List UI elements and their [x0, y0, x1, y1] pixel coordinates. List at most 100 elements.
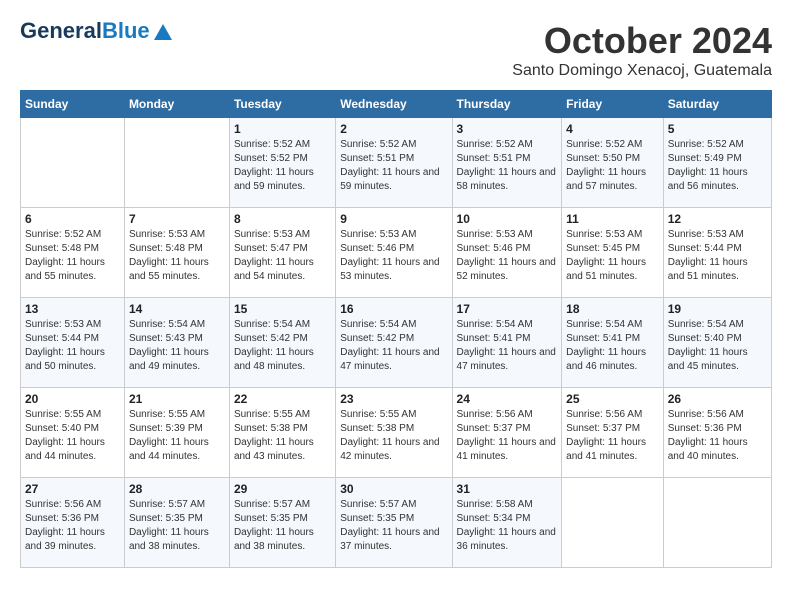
day-number: 11: [566, 212, 659, 226]
calendar-cell: 6Sunrise: 5:52 AMSunset: 5:48 PMDaylight…: [21, 208, 125, 298]
calendar-cell: [663, 478, 771, 568]
day-number: 25: [566, 392, 659, 406]
day-number: 4: [566, 122, 659, 136]
day-info: Sunrise: 5:53 AMSunset: 5:46 PMDaylight:…: [340, 228, 447, 284]
day-info: Sunrise: 5:55 AMSunset: 5:38 PMDaylight:…: [340, 408, 447, 464]
day-number: 22: [234, 392, 331, 406]
dow-saturday: Saturday: [663, 91, 771, 118]
day-number: 31: [457, 482, 558, 496]
calendar-cell: 14 Sunrise: 5:54 AMSunset: 5:43 PMDayligh…: [124, 298, 229, 388]
calendar-cell: 27 Sunrise: 5:56 AMSunset: 5:36 PMDayligh…: [21, 478, 125, 568]
day-info: Sunrise: 5:52 AMSunset: 5:51 PMDaylight:…: [457, 138, 558, 194]
calendar-cell: 10Sunrise: 5:53 AMSunset: 5:46 PMDayligh…: [452, 208, 562, 298]
day-number: 13: [25, 302, 120, 316]
day-info: Sunrise: 5:54 AMSunset: 5:40 PMDaylight:…: [668, 318, 767, 374]
day-number: 8: [234, 212, 331, 226]
day-info: Sunrise: 5:56 AMSunset: 5:37 PMDaylight:…: [457, 408, 558, 464]
calendar-cell: 1 Sunrise: 5:52 AMSunset: 5:52 PMDaylight…: [229, 118, 335, 208]
day-info: Sunrise: 5:56 AMSunset: 5:36 PMDaylight:…: [25, 498, 120, 554]
calendar-cell: 24Sunrise: 5:56 AMSunset: 5:37 PMDayligh…: [452, 388, 562, 478]
logo: GeneralBlue: [20, 20, 174, 42]
day-number: 6: [25, 212, 120, 226]
dow-monday: Monday: [124, 91, 229, 118]
day-number: 18: [566, 302, 659, 316]
logo-icon: [152, 20, 174, 42]
dow-sunday: Sunday: [21, 91, 125, 118]
day-number: 28: [129, 482, 225, 496]
day-number: 10: [457, 212, 558, 226]
title-area: October 2024 Santo Domingo Xenacoj, Guat…: [512, 20, 772, 80]
day-number: 9: [340, 212, 447, 226]
day-number: 26: [668, 392, 767, 406]
day-info: Sunrise: 5:52 AMSunset: 5:49 PMDaylight:…: [668, 138, 767, 194]
calendar-cell: 19Sunrise: 5:54 AMSunset: 5:40 PMDayligh…: [663, 298, 771, 388]
calendar-cell: 4Sunrise: 5:52 AMSunset: 5:50 PMDaylight…: [562, 118, 664, 208]
week-row-4: 20Sunrise: 5:55 AMSunset: 5:40 PMDayligh…: [21, 388, 772, 478]
day-info: Sunrise: 5:53 AMSunset: 5:44 PMDaylight:…: [668, 228, 767, 284]
day-number: 27: [25, 482, 120, 496]
day-info: Sunrise: 5:54 AMSunset: 5:41 PMDaylight:…: [566, 318, 659, 374]
week-row-1: 1 Sunrise: 5:52 AMSunset: 5:52 PMDaylight…: [21, 118, 772, 208]
calendar-cell: 21Sunrise: 5:55 AMSunset: 5:39 PMDayligh…: [124, 388, 229, 478]
day-number: 17: [457, 302, 558, 316]
calendar-cell: 15 Sunrise: 5:54 AMSunset: 5:42 PMDayligh…: [229, 298, 335, 388]
day-info: Sunrise: 5:52 AMSunset: 5:52 PMDaylight:…: [234, 138, 331, 194]
calendar-table: SundayMondayTuesdayWednesdayThursdayFrid…: [20, 90, 772, 568]
calendar-cell: 26 Sunrise: 5:56 AMSunset: 5:36 PMDayligh…: [663, 388, 771, 478]
day-number: 7: [129, 212, 225, 226]
calendar-cell: 7 Sunrise: 5:53 AMSunset: 5:48 PMDaylight…: [124, 208, 229, 298]
dow-tuesday: Tuesday: [229, 91, 335, 118]
calendar-cell: 9 Sunrise: 5:53 AMSunset: 5:46 PMDaylight…: [336, 208, 452, 298]
day-info: Sunrise: 5:56 AMSunset: 5:36 PMDaylight:…: [668, 408, 767, 464]
logo-text: GeneralBlue: [20, 20, 150, 42]
month-title: October 2024: [512, 20, 772, 62]
day-info: Sunrise: 5:53 AMSunset: 5:44 PMDaylight:…: [25, 318, 120, 374]
day-info: Sunrise: 5:55 AMSunset: 5:39 PMDaylight:…: [129, 408, 225, 464]
page-header: GeneralBlue October 2024 Santo Domingo X…: [20, 20, 772, 80]
day-number: 15: [234, 302, 331, 316]
day-info: Sunrise: 5:58 AMSunset: 5:34 PMDaylight:…: [457, 498, 558, 554]
location-subtitle: Santo Domingo Xenacoj, Guatemala: [512, 62, 772, 80]
calendar-cell: 12 Sunrise: 5:53 AMSunset: 5:44 PMDayligh…: [663, 208, 771, 298]
week-row-2: 6Sunrise: 5:52 AMSunset: 5:48 PMDaylight…: [21, 208, 772, 298]
day-number: 14: [129, 302, 225, 316]
day-info: Sunrise: 5:57 AMSunset: 5:35 PMDaylight:…: [340, 498, 447, 554]
calendar-cell: 31 Sunrise: 5:58 AMSunset: 5:34 PMDayligh…: [452, 478, 562, 568]
day-number: 1: [234, 122, 331, 136]
day-number: 3: [457, 122, 558, 136]
day-info: Sunrise: 5:53 AMSunset: 5:47 PMDaylight:…: [234, 228, 331, 284]
calendar-cell: 13 Sunrise: 5:53 AMSunset: 5:44 PMDayligh…: [21, 298, 125, 388]
calendar-cell: 16Sunrise: 5:54 AMSunset: 5:42 PMDayligh…: [336, 298, 452, 388]
day-number: 2: [340, 122, 447, 136]
day-info: Sunrise: 5:55 AMSunset: 5:38 PMDaylight:…: [234, 408, 331, 464]
day-number: 16: [340, 302, 447, 316]
calendar-cell: 28Sunrise: 5:57 AMSunset: 5:35 PMDayligh…: [124, 478, 229, 568]
dow-wednesday: Wednesday: [336, 91, 452, 118]
day-info: Sunrise: 5:54 AMSunset: 5:43 PMDaylight:…: [129, 318, 225, 374]
calendar-cell: [562, 478, 664, 568]
calendar-cell: 17 Sunrise: 5:54 AMSunset: 5:41 PMDayligh…: [452, 298, 562, 388]
dow-friday: Friday: [562, 91, 664, 118]
day-info: Sunrise: 5:54 AMSunset: 5:42 PMDaylight:…: [234, 318, 331, 374]
day-number: 12: [668, 212, 767, 226]
day-info: Sunrise: 5:52 AMSunset: 5:51 PMDaylight:…: [340, 138, 447, 194]
days-of-week-header: SundayMondayTuesdayWednesdayThursdayFrid…: [21, 91, 772, 118]
day-info: Sunrise: 5:57 AMSunset: 5:35 PMDaylight:…: [234, 498, 331, 554]
day-number: 5: [668, 122, 767, 136]
day-info: Sunrise: 5:56 AMSunset: 5:37 PMDaylight:…: [566, 408, 659, 464]
day-number: 30: [340, 482, 447, 496]
calendar-cell: 8 Sunrise: 5:53 AMSunset: 5:47 PMDaylight…: [229, 208, 335, 298]
day-info: Sunrise: 5:53 AMSunset: 5:48 PMDaylight:…: [129, 228, 225, 284]
calendar-cell: [21, 118, 125, 208]
calendar-cell: 25 Sunrise: 5:56 AMSunset: 5:37 PMDayligh…: [562, 388, 664, 478]
calendar-cell: 23Sunrise: 5:55 AMSunset: 5:38 PMDayligh…: [336, 388, 452, 478]
week-row-5: 27 Sunrise: 5:56 AMSunset: 5:36 PMDayligh…: [21, 478, 772, 568]
day-info: Sunrise: 5:54 AMSunset: 5:41 PMDaylight:…: [457, 318, 558, 374]
calendar-cell: 3 Sunrise: 5:52 AMSunset: 5:51 PMDaylight…: [452, 118, 562, 208]
calendar-cell: 11Sunrise: 5:53 AMSunset: 5:45 PMDayligh…: [562, 208, 664, 298]
calendar-cell: 20Sunrise: 5:55 AMSunset: 5:40 PMDayligh…: [21, 388, 125, 478]
calendar-cell: 29Sunrise: 5:57 AMSunset: 5:35 PMDayligh…: [229, 478, 335, 568]
day-info: Sunrise: 5:55 AMSunset: 5:40 PMDaylight:…: [25, 408, 120, 464]
dow-thursday: Thursday: [452, 91, 562, 118]
calendar-cell: [124, 118, 229, 208]
